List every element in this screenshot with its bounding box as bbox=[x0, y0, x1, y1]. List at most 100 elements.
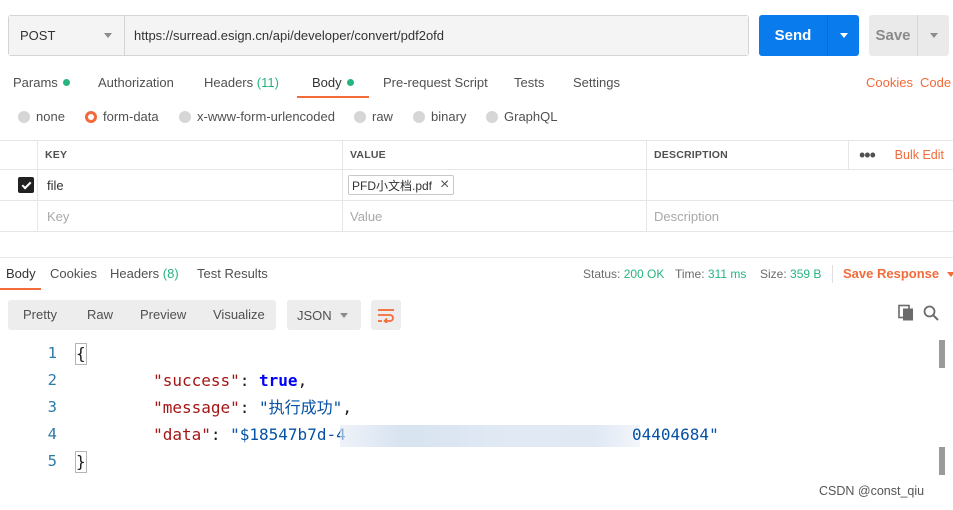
radio-label: none bbox=[36, 109, 65, 124]
key-cell[interactable]: file bbox=[37, 170, 342, 200]
radio-raw[interactable]: raw bbox=[354, 109, 393, 124]
tab-label: Tests bbox=[514, 75, 545, 90]
status-label: Status: bbox=[583, 267, 621, 281]
tab-settings[interactable]: Settings bbox=[573, 72, 620, 98]
url-input[interactable]: https://surread.esign.cn/api/developer/c… bbox=[125, 16, 748, 55]
send-options-button[interactable] bbox=[827, 15, 859, 56]
more-options-icon[interactable]: ••• bbox=[859, 146, 876, 164]
table-header-row: KEY VALUE DESCRIPTION ••• Bulk Edit bbox=[0, 140, 953, 170]
save-button[interactable]: Save bbox=[869, 15, 949, 56]
save-options-button[interactable] bbox=[917, 15, 949, 56]
value-cell[interactable]: PFD小文档.pdf × bbox=[342, 170, 646, 200]
redaction-mask bbox=[340, 425, 640, 447]
placeholder-text: Key bbox=[47, 208, 70, 224]
row-checkbox-cell bbox=[0, 170, 37, 200]
table-row-empty: Key Value Description bbox=[0, 201, 953, 232]
radio-circle-icon bbox=[486, 110, 498, 123]
view-preview-button[interactable]: Preview bbox=[140, 300, 186, 330]
time-label: Time: bbox=[675, 267, 705, 281]
divider bbox=[0, 257, 953, 258]
view-mode-group: Pretty Raw Preview Visualize bbox=[8, 300, 276, 330]
json-value-tail: 04404684" bbox=[632, 425, 719, 444]
status-value[interactable]: 200 OK bbox=[624, 267, 665, 281]
value-input[interactable]: Value bbox=[342, 201, 646, 231]
close-icon[interactable]: × bbox=[440, 177, 449, 193]
radio-label: GraphQL bbox=[504, 109, 558, 124]
save-response-button[interactable]: Save Response bbox=[843, 263, 953, 285]
view-pretty-button[interactable]: Pretty bbox=[23, 300, 57, 330]
tab-label: Headers bbox=[204, 75, 254, 90]
line-number: 3 bbox=[47, 398, 57, 416]
radio-binary[interactable]: binary bbox=[413, 109, 466, 124]
chevron-down-icon bbox=[340, 312, 348, 318]
header-label: VALUE bbox=[350, 149, 386, 161]
wrap-lines-button[interactable] bbox=[371, 300, 401, 330]
view-raw-button[interactable]: Raw bbox=[87, 300, 113, 330]
search-icon[interactable] bbox=[922, 304, 940, 322]
scrollbar[interactable] bbox=[939, 340, 945, 475]
tab-label: Test Results bbox=[197, 266, 268, 281]
code-link[interactable]: Code bbox=[920, 72, 951, 94]
table-actions: ••• Bulk Edit bbox=[848, 141, 953, 169]
time-value[interactable]: 311 ms bbox=[708, 267, 746, 281]
status-info: Status: 200 OK bbox=[583, 263, 664, 285]
tab-tests[interactable]: Tests bbox=[514, 72, 544, 98]
tab-body[interactable]: Body bbox=[297, 72, 369, 98]
params-table: KEY VALUE DESCRIPTION ••• Bulk Edit file… bbox=[0, 140, 953, 232]
json-key: "data" bbox=[153, 425, 211, 444]
key-input[interactable]: Key bbox=[37, 201, 342, 231]
tab-label: Authorization bbox=[98, 75, 174, 90]
radio-selected-icon bbox=[85, 110, 97, 123]
bulk-edit-link[interactable]: Bulk Edit bbox=[895, 148, 944, 162]
line-number: 4 bbox=[47, 425, 57, 443]
format-label: JSON bbox=[297, 307, 332, 323]
format-select[interactable]: JSON bbox=[287, 300, 361, 330]
radio-label: x-www-form-urlencoded bbox=[197, 109, 335, 124]
time-info: Time: 311 ms bbox=[675, 263, 746, 285]
tab-pre-request-script[interactable]: Pre-request Script bbox=[383, 72, 488, 98]
radio-none[interactable]: none bbox=[18, 109, 65, 124]
tab-label: Body bbox=[6, 266, 36, 281]
watermark: CSDN @const_qiu bbox=[819, 484, 925, 498]
code-line: 5 } bbox=[0, 448, 953, 475]
size-label: Size: bbox=[760, 267, 787, 281]
response-body-editor[interactable]: 1 { 2 "success": true, 3 "message": "执行成… bbox=[0, 340, 953, 475]
line-number: 1 bbox=[47, 344, 57, 362]
radio-circle-icon bbox=[413, 110, 425, 123]
tab-authorization[interactable]: Authorization bbox=[98, 72, 174, 98]
url-text: https://surread.esign.cn/api/developer/c… bbox=[134, 28, 445, 43]
divider bbox=[832, 265, 833, 283]
response-tab-body[interactable]: Body bbox=[0, 263, 41, 290]
radio-graphql[interactable]: GraphQL bbox=[486, 109, 557, 124]
radio-label: raw bbox=[372, 109, 393, 124]
placeholder-text: Value bbox=[350, 208, 383, 224]
response-tab-headers[interactable]: Headers (8) bbox=[110, 263, 179, 290]
json-value: "$18547b7d-4 bbox=[230, 425, 346, 444]
cookies-link[interactable]: Cookies bbox=[866, 72, 913, 94]
description-input[interactable]: Description bbox=[646, 201, 953, 231]
scrollbar-thumb[interactable] bbox=[939, 340, 945, 368]
size-value[interactable]: 359 B bbox=[790, 267, 821, 281]
description-cell[interactable] bbox=[646, 170, 953, 200]
radio-form-data[interactable]: form-data bbox=[85, 109, 159, 124]
radio-x-www-form-urlencoded[interactable]: x-www-form-urlencoded bbox=[179, 109, 335, 124]
method-select[interactable]: POST bbox=[9, 16, 125, 55]
response-tab-test-results[interactable]: Test Results bbox=[197, 263, 268, 290]
chevron-down-icon bbox=[929, 33, 938, 38]
scrollbar-thumb[interactable] bbox=[939, 447, 945, 475]
copy-icon[interactable] bbox=[897, 304, 915, 322]
tab-label: Pre-request Script bbox=[383, 75, 488, 90]
column-header-description: DESCRIPTION bbox=[646, 141, 848, 169]
chevron-down-icon bbox=[947, 271, 953, 277]
body-type-radios: none form-data x-www-form-urlencoded raw… bbox=[0, 109, 953, 129]
tab-label: Cookies bbox=[50, 266, 97, 281]
view-visualize-button[interactable]: Visualize bbox=[213, 300, 265, 330]
tab-count: (8) bbox=[162, 266, 179, 281]
tab-count: (11) bbox=[256, 75, 279, 90]
row-checkbox[interactable] bbox=[18, 177, 34, 193]
send-button[interactable]: Send bbox=[759, 15, 859, 56]
response-tab-cookies[interactable]: Cookies bbox=[50, 263, 97, 290]
tab-headers[interactable]: Headers (11) bbox=[204, 72, 279, 98]
tab-params[interactable]: Params bbox=[13, 72, 70, 98]
tab-label: Body bbox=[312, 75, 342, 90]
